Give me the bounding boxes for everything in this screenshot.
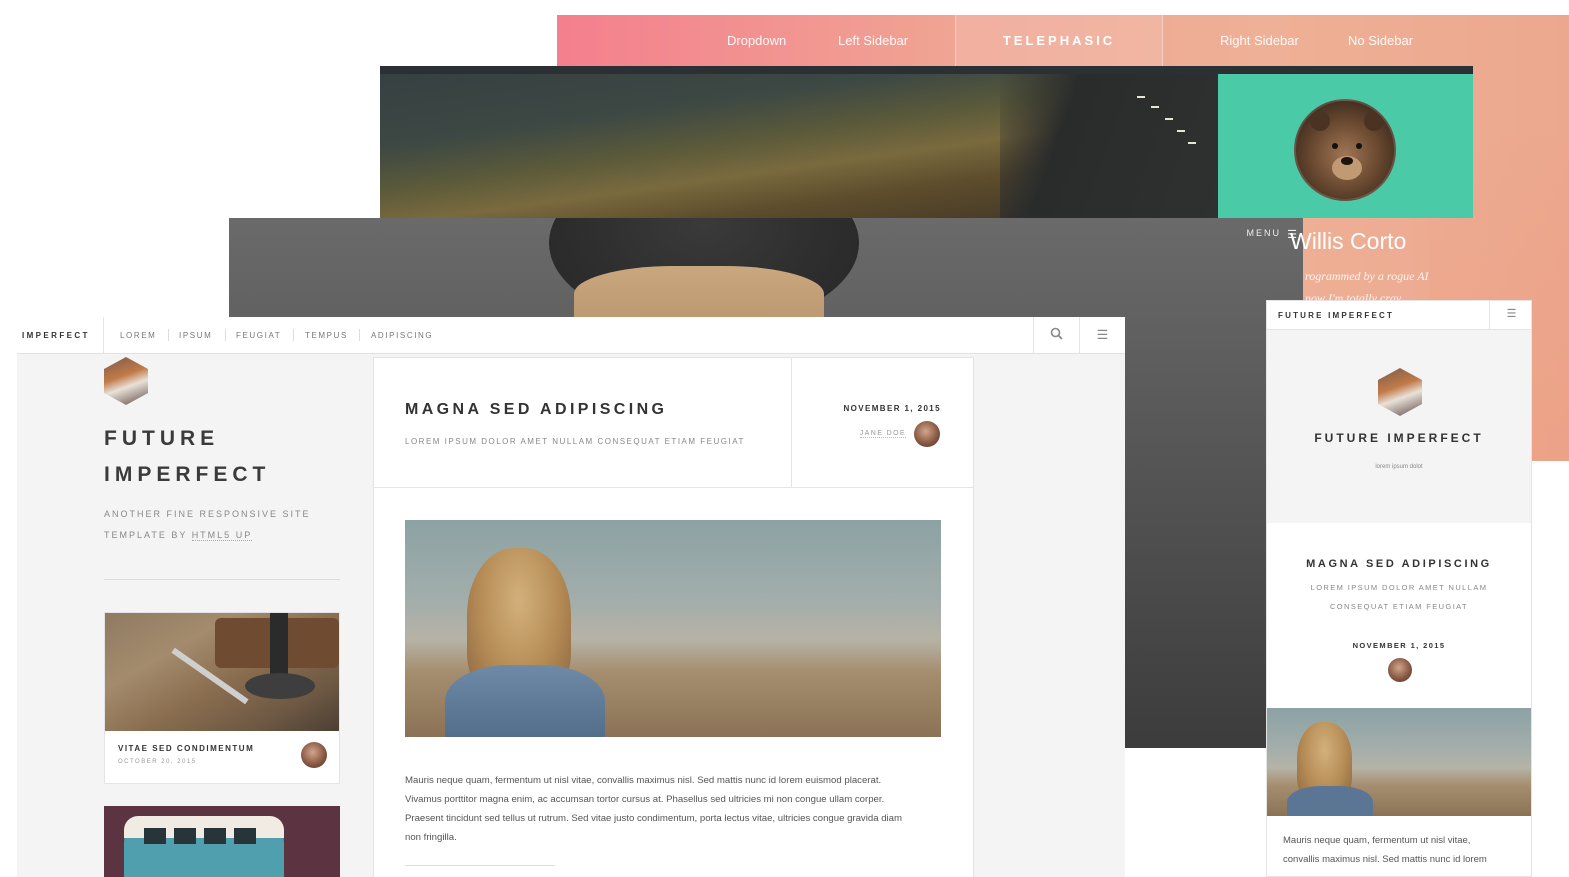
nav-link-tempus[interactable]: TEMPUS: [305, 331, 348, 340]
telephasic-nav: Dropdown Left Sidebar TELEPHASIC Right S…: [557, 15, 1569, 67]
bear-ear: [1310, 111, 1330, 131]
mobile-site-title: FUTURE IMPERFECT: [1314, 431, 1484, 445]
mini-post-title[interactable]: VITAE SED CONDIMENTUM: [118, 744, 254, 753]
tagline-prefix: TEMPLATE BY: [104, 530, 192, 540]
post-title[interactable]: MAGNA SED ADIPISCING: [405, 401, 667, 419]
bear-ear: [1364, 111, 1384, 131]
nav-link-no-sidebar[interactable]: No Sidebar: [1348, 33, 1413, 48]
nav-link-right-sidebar[interactable]: Right Sidebar: [1220, 33, 1299, 48]
telephasic-logo-box[interactable]: TELEPHASIC: [955, 15, 1163, 67]
author-avatar[interactable]: [1388, 658, 1412, 682]
site-title-line-1: FUTURE: [104, 427, 220, 450]
mobile-post-subtitle-line-2: CONSEQUAT ETIAM FEUGIAT: [1329, 602, 1469, 611]
menu-button[interactable]: ☰: [1079, 317, 1125, 354]
nav-link-adipiscing[interactable]: ADIPISCING: [371, 331, 433, 340]
nav-separator: [168, 329, 169, 341]
sidebar-divider: [104, 579, 340, 580]
author-avatar[interactable]: [301, 742, 327, 768]
mobile-post-body-line: convallis maximus nisl. Sed mattis nunc …: [1283, 854, 1487, 865]
mini-post-card[interactable]: VITAE SED CONDIMENTUM OCTOBER 20, 2015: [104, 612, 340, 784]
author-avatar[interactable]: [914, 421, 940, 447]
bear-avatar: [1294, 99, 1396, 201]
post-body-line: non fringilla.: [405, 832, 457, 843]
mobile-post-subtitle-line-1: LOREM IPSUM DOLOR AMET NULLAM: [1310, 583, 1488, 592]
pipe-base-photo: [245, 673, 315, 699]
site-title-line-2: IMPERFECT: [104, 463, 271, 486]
blog-post: MAGNA SED ADIPISCING LOREM IPSUM DOLOR A…: [373, 357, 974, 877]
van-window: [234, 828, 256, 844]
mini-post-image[interactable]: [105, 613, 339, 731]
header-divider: [103, 317, 104, 354]
bear-eye: [1332, 143, 1338, 149]
site-top-bar: [380, 66, 1473, 74]
nav-link-lorem[interactable]: LOREM: [120, 331, 156, 340]
telephasic-logo[interactable]: TELEPHASIC: [956, 33, 1162, 48]
profile-name: Willis Corto: [1290, 228, 1407, 254]
nav-link-feugiat[interactable]: FEUGIAT: [236, 331, 281, 340]
continue-reading-button[interactable]: [405, 865, 555, 869]
site-tagline-line-1: ANOTHER FINE RESPONSIVE SITE: [104, 509, 311, 519]
road-marking: [1137, 96, 1145, 98]
hamburger-icon: ☰: [1096, 327, 1109, 342]
mobile-post-image[interactable]: [1267, 708, 1531, 816]
bear-eye: [1356, 143, 1362, 149]
post-date: NOVEMBER 1, 2015: [843, 404, 941, 413]
denim-jacket-photo: [1287, 786, 1373, 816]
search-button[interactable]: [1033, 317, 1079, 354]
future-imperfect-desktop-preview: IMPERFECT LOREM IPSUM FEUGIAT TEMPUS ADI…: [17, 317, 1125, 877]
site-header: IMPERFECT LOREM IPSUM FEUGIAT TEMPUS ADI…: [17, 317, 1125, 354]
road-marking: [1188, 142, 1196, 144]
site-logo[interactable]: IMPERFECT: [22, 331, 90, 340]
future-imperfect-mobile-preview: FUTURE IMPERFECT ☰ FUTURE IMPERFECT lore…: [1266, 300, 1532, 877]
mini-post-date: OCTOBER 20, 2015: [118, 759, 197, 765]
html5up-link[interactable]: HTML5 UP: [191, 530, 253, 541]
mobile-menu-button[interactable]: ☰: [1489, 301, 1531, 330]
post-header-divider: [374, 487, 973, 488]
nav-separator: [293, 329, 294, 341]
mobile-intro: [1267, 330, 1531, 523]
post-body-line: Mauris neque quam, fermentum ut nisl vit…: [405, 775, 882, 786]
nav-separator: [225, 329, 226, 341]
nav-link-ipsum[interactable]: IPSUM: [179, 331, 212, 340]
mobile-post-date: NOVEMBER 1, 2015: [1352, 641, 1446, 650]
van-window: [144, 828, 166, 844]
profile-tagline: rogrammed by a rogue AI: [1305, 269, 1429, 283]
mobile-post-body-line: Mauris neque quam, fermentum ut nisl vit…: [1283, 835, 1471, 846]
post-image[interactable]: [405, 520, 941, 737]
mobile-site-subtitle: lorem ipsum dolot: [1375, 464, 1423, 470]
van-window: [174, 828, 196, 844]
nav-link-dropdown[interactable]: Dropdown: [727, 33, 786, 48]
road-marking: [1151, 106, 1159, 108]
post-meta-divider: [791, 358, 792, 487]
van-window: [204, 828, 226, 844]
mobile-post-title[interactable]: MAGNA SED ADIPISCING: [1267, 558, 1531, 570]
denim-jacket-photo: [445, 665, 605, 737]
nav-link-left-sidebar[interactable]: Left Sidebar: [838, 33, 908, 48]
mobile-site-logo[interactable]: FUTURE IMPERFECT: [1278, 311, 1394, 320]
search-icon: [1034, 327, 1079, 343]
nav-separator: [359, 329, 360, 341]
mini-post-card[interactable]: [104, 806, 340, 877]
bear-nose: [1341, 157, 1353, 165]
hamburger-icon: ☰: [1506, 308, 1517, 320]
site-tagline-line-2: TEMPLATE BY HTML5 UP: [104, 530, 253, 541]
post-body-line: Praesent tincidunt sed tellus ut rutrum.…: [405, 813, 902, 824]
mobile-header: FUTURE IMPERFECT ☰: [1267, 301, 1531, 330]
road-marking: [1177, 130, 1185, 132]
post-body-line: Vivamus porttitor magna enim, ac accumsa…: [405, 794, 885, 805]
menu-label[interactable]: MENU: [1247, 228, 1282, 238]
post-author[interactable]: JANE DOE: [859, 430, 906, 438]
road-surface: [1000, 74, 1218, 218]
fox-logo-hexagon: [104, 357, 148, 405]
post-subtitle: LOREM IPSUM DOLOR AMET NULLAM CONSEQUAT …: [405, 437, 745, 446]
road-marking: [1165, 118, 1173, 120]
